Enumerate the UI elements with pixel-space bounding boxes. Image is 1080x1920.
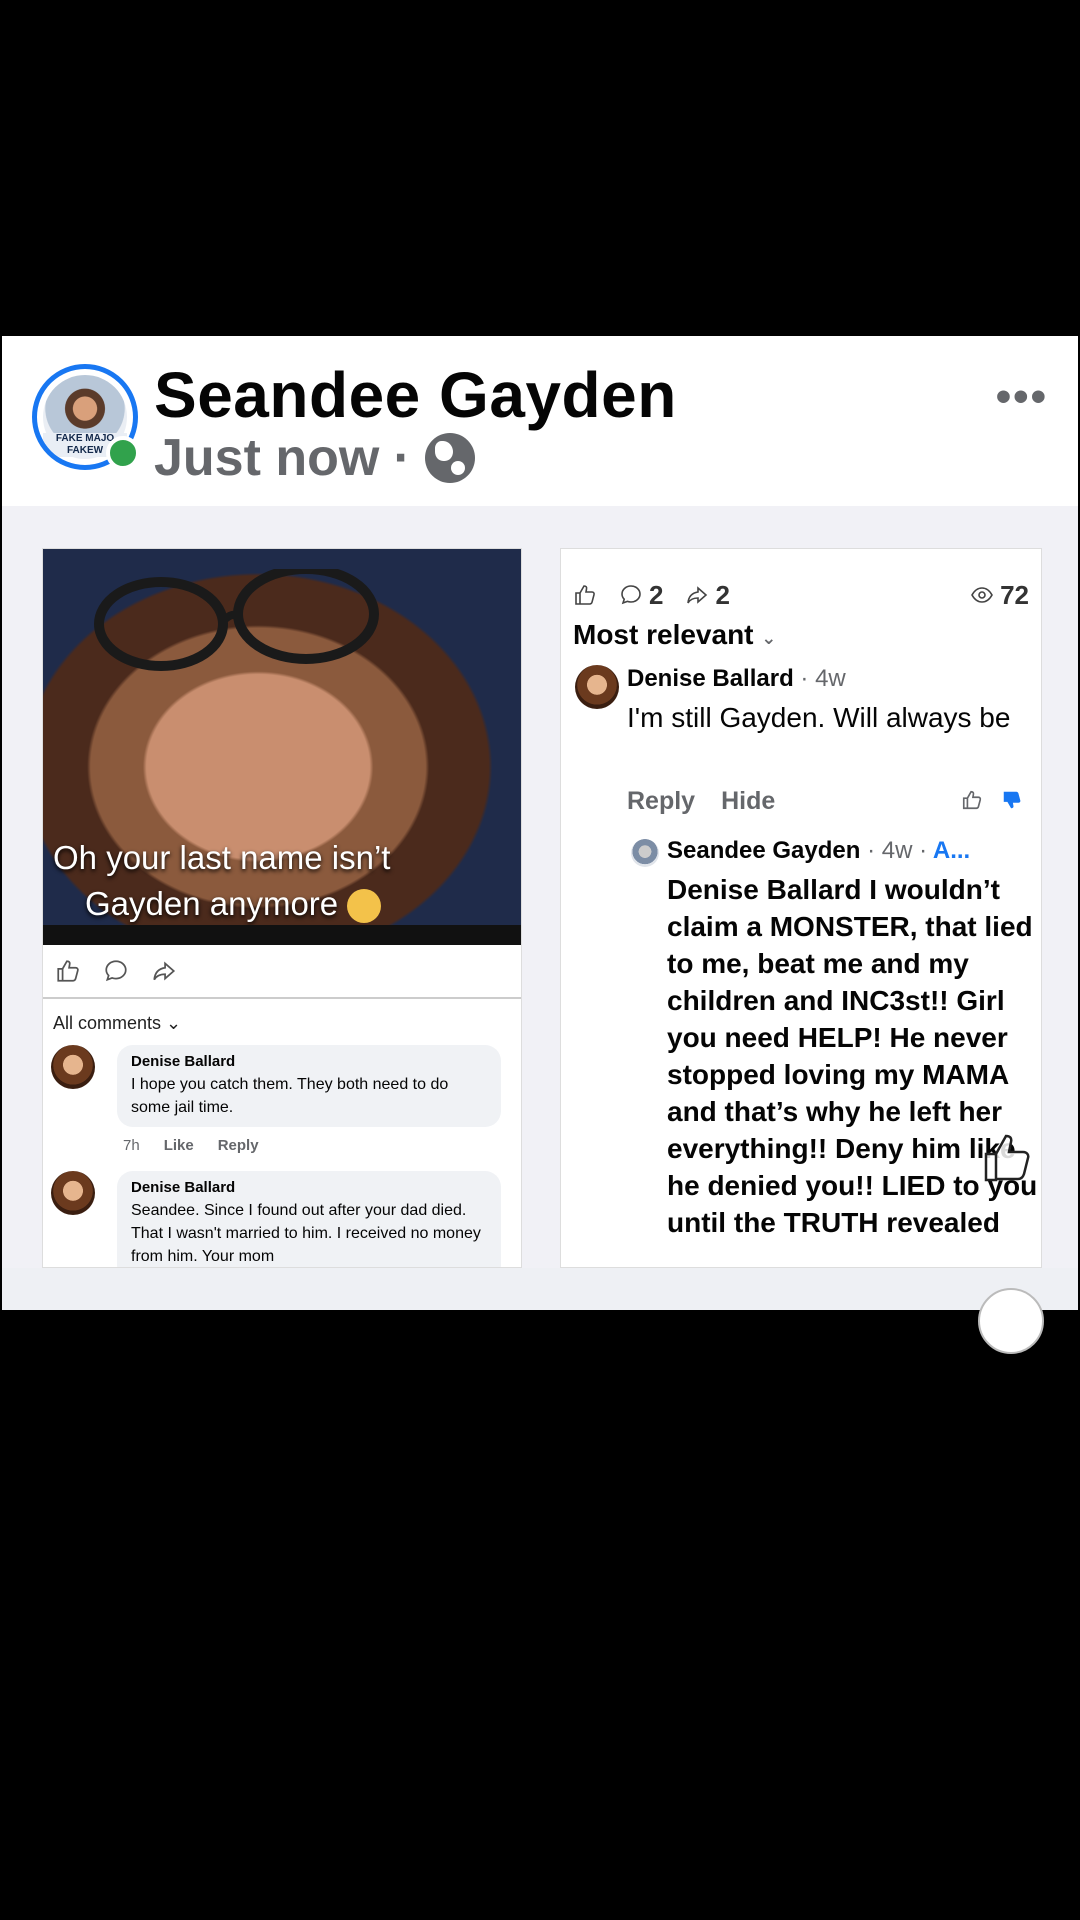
- card-footer-strip: [2, 1268, 1078, 1310]
- reply-header: Seandee Gayden · 4w · A...: [667, 837, 970, 865]
- comment-time: 7h: [123, 1137, 140, 1154]
- globe-icon: [424, 433, 475, 483]
- reply-edit-indicator[interactable]: A...: [933, 837, 970, 864]
- reply-link[interactable]: Reply: [627, 787, 695, 816]
- sort-label: Most relevant: [573, 619, 754, 650]
- engagement-stats: 2 2 72: [573, 575, 1029, 615]
- commenter-name[interactable]: Denise Ballard: [131, 1053, 487, 1070]
- share-icon[interactable]: [151, 958, 177, 984]
- view-count: 72: [1000, 579, 1029, 610]
- commenter-name[interactable]: Denise Ballard: [131, 1179, 487, 1196]
- scroll-button[interactable]: [978, 1288, 1044, 1354]
- view-count-group: 72: [970, 580, 1029, 611]
- selfie-photo: Oh your last name isn’t Gayden anymore: [43, 549, 521, 945]
- photo-bottom-bar: [43, 925, 521, 945]
- commenter-avatar[interactable]: [51, 1045, 95, 1089]
- thumbs-down-icon[interactable]: [1001, 789, 1023, 811]
- like-icon[interactable]: [573, 583, 597, 607]
- commenter-avatar[interactable]: [51, 1171, 95, 1215]
- comment-text: I hope you catch them. They both need to…: [131, 1076, 449, 1116]
- photo-caption: Oh your last name isn’t Gayden anymore: [53, 835, 513, 927]
- like-link[interactable]: Like: [164, 1137, 194, 1154]
- comment-time: · 4w: [800, 665, 846, 692]
- reply-link[interactable]: Reply: [218, 1137, 259, 1154]
- share-count: 2: [715, 579, 730, 610]
- comment-bubble: Denise Ballard Seandee. Since I found ou…: [117, 1171, 501, 1267]
- left-screenshot-panel: Oh your last name isn’t Gayden anymore A…: [42, 548, 522, 1268]
- like-icon[interactable]: [55, 958, 81, 984]
- comment-count-group[interactable]: 2: [619, 580, 663, 611]
- comment-text: Seandee. Since I found out after your da…: [131, 1202, 481, 1265]
- commenter-avatar[interactable]: [575, 665, 619, 709]
- sort-dropdown[interactable]: Most relevant ⌄: [573, 619, 776, 651]
- flushed-emoji-icon: [347, 889, 382, 924]
- comment-count: 2: [649, 579, 664, 610]
- share-icon: [687, 586, 708, 604]
- left-action-row: [43, 945, 521, 999]
- comment-text: I'm still Gayden. Will always be: [627, 702, 1011, 733]
- caption-line-1: Oh your last name isn’t: [53, 839, 391, 876]
- post-meta: Just now ·: [154, 428, 475, 488]
- comment-icon[interactable]: [103, 958, 129, 984]
- glasses-shape: [94, 569, 379, 671]
- meta-separator: ·: [393, 429, 411, 487]
- all-comments-label: All comments: [53, 1013, 162, 1033]
- thumbs-up-icon[interactable]: [961, 789, 983, 811]
- post-time[interactable]: Just now: [154, 428, 379, 488]
- more-icon[interactable]: •••: [996, 372, 1048, 422]
- reply-meta: · 4w ·: [867, 837, 928, 864]
- post-card: FAKE MAJO FAKEW Seandee Gayden Just now …: [2, 336, 1078, 1354]
- chevron-down-icon: ⌄: [166, 1013, 182, 1033]
- hide-link[interactable]: Hide: [721, 787, 775, 816]
- share-count-group[interactable]: 2: [685, 579, 730, 611]
- comment-actions: 7h Like Reply: [123, 1137, 259, 1154]
- commenter-header: Denise Ballard · 4w: [627, 665, 846, 693]
- all-comments-filter[interactable]: All comments ⌄: [53, 1013, 181, 1034]
- post-header: FAKE MAJO FAKEW Seandee Gayden Just now …: [2, 336, 1078, 506]
- online-status-dot: [106, 436, 140, 470]
- reply-avatar[interactable]: [631, 839, 659, 867]
- thumbs-up-icon[interactable]: [978, 1126, 1038, 1186]
- commenter-name[interactable]: Denise Ballard: [627, 665, 794, 692]
- comment-icon: [621, 585, 641, 605]
- right-screenshot-panel: 2 2 72 Most relevant ⌄ Denise Ballard · …: [560, 548, 1042, 1268]
- reply-author[interactable]: Seandee Gayden: [667, 837, 860, 864]
- eye-icon: [971, 587, 993, 603]
- caption-line-2: Gayden anymore: [85, 885, 339, 922]
- chevron-down-icon: ⌄: [761, 628, 777, 648]
- post-author[interactable]: Seandee Gayden: [154, 358, 677, 432]
- comment-bubble: Denise Ballard I hope you catch them. Th…: [117, 1045, 501, 1127]
